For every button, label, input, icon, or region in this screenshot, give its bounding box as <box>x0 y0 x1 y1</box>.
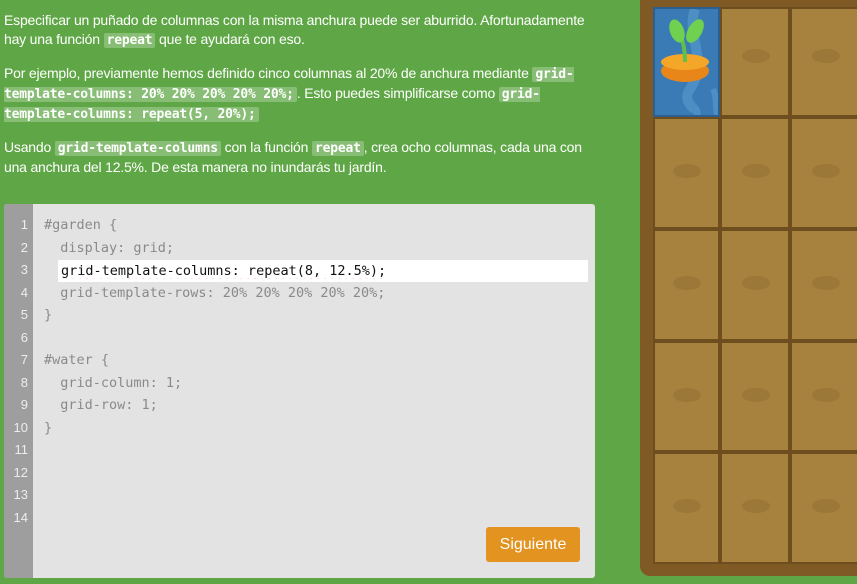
instruction-text: Usando <box>4 139 52 155</box>
line-number: 3 <box>20 262 28 277</box>
code-line-8: grid-column: 1; <box>44 375 183 391</box>
code-line-7: #water { <box>44 352 110 368</box>
instruction-text: Por ejemplo, previamente hemos definido … <box>4 65 529 81</box>
line-number: 13 <box>13 487 28 502</box>
line-number: 4 <box>20 285 28 300</box>
instruction-text: con la función <box>224 139 309 155</box>
code-tag-repeat: repeat <box>103 33 156 48</box>
garden-cell <box>720 117 790 229</box>
instruction-text: que te ayudará con eso. <box>159 31 305 47</box>
instruction-paragraph-2: Por ejemplo, previamente hemos definido … <box>4 64 604 124</box>
line-number: 9 <box>20 397 28 412</box>
css-input-field[interactable] <box>58 260 588 282</box>
line-number: 1 <box>20 217 28 232</box>
garden-cell <box>653 452 720 564</box>
css-editor: 1 2 3 4 5 6 7 8 9 10 11 12 13 14 #garden… <box>4 204 595 578</box>
garden-cell <box>790 117 857 229</box>
code-tag-repeat-2: repeat <box>311 141 364 156</box>
garden-cell <box>720 341 790 452</box>
line-number: 2 <box>20 240 28 255</box>
line-number: 7 <box>20 352 28 367</box>
line-number: 8 <box>20 375 28 390</box>
line-number-gutter: 1 2 3 4 5 6 7 8 9 10 11 12 13 14 <box>4 204 33 578</box>
line-number: 10 <box>13 420 28 435</box>
line-number: 5 <box>20 307 28 322</box>
line-number: 6 <box>20 330 28 345</box>
water-cell <box>653 7 720 119</box>
instruction-paragraph-1: Especificar un puñado de columnas con la… <box>4 11 604 50</box>
code-line-4: grid-template-rows: 20% 20% 20% 20% 20%; <box>44 285 386 301</box>
code-line-9: grid-row: 1; <box>44 397 158 413</box>
code-line-1: #garden { <box>44 217 118 233</box>
line-number: 12 <box>13 465 28 480</box>
code-line-10: } <box>44 420 53 436</box>
line-number: 11 <box>14 442 29 457</box>
garden-cell <box>720 229 790 341</box>
instruction-text: . Esto puedes simplificarse como <box>296 85 496 101</box>
garden-cell <box>653 117 720 229</box>
instructions: Especificar un puñado de columnas con la… <box>4 11 604 191</box>
garden-cell <box>720 452 790 564</box>
next-level-button[interactable]: Siguiente <box>486 527 580 562</box>
garden-cell <box>720 7 790 117</box>
code-tag-grid-template-columns: grid-template-columns <box>54 141 221 156</box>
carrot-sprout-icon <box>661 7 720 119</box>
garden-cell <box>790 7 857 117</box>
garden-cell <box>790 341 857 452</box>
garden-cell <box>653 229 720 341</box>
code-line-5: } <box>44 307 53 323</box>
code-line-2: display: grid; <box>44 240 175 256</box>
garden-cell <box>790 229 857 341</box>
garden-cell <box>790 452 857 564</box>
instruction-paragraph-3: Usando grid-template-columns con la func… <box>4 138 604 177</box>
line-number: 14 <box>13 510 28 525</box>
garden-cell <box>653 341 720 452</box>
